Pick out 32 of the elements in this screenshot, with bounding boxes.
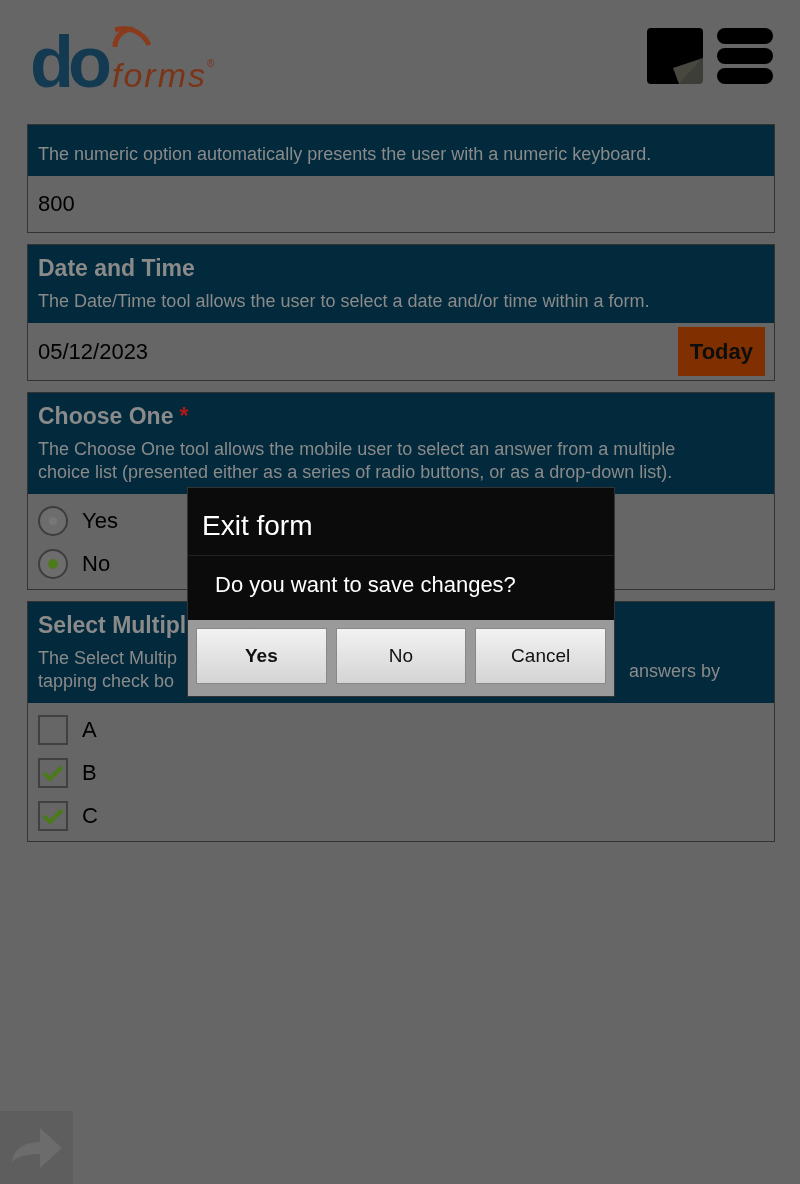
option-label: Yes <box>82 507 118 534</box>
question-title: Date and Time <box>38 255 195 281</box>
logo-text: do <box>30 22 106 102</box>
radio-button[interactable] <box>38 548 68 579</box>
dialog-button[interactable]: Cancel <box>475 628 606 684</box>
dialog-message: Do you want to save changes? <box>214 571 517 599</box>
checkbox[interactable] <box>38 714 68 745</box>
dialog-title: Exit form <box>188 488 614 556</box>
checkbox[interactable] <box>38 757 68 788</box>
question-title: Choose One <box>38 403 174 429</box>
option-label: C <box>82 802 98 829</box>
option-label: A <box>82 716 97 743</box>
sticky-note-icon[interactable] <box>647 28 703 84</box>
number-field[interactable]: 800 <box>28 176 774 232</box>
required-mark: * <box>179 403 189 429</box>
dialog-button[interactable]: No <box>335 628 467 684</box>
dialog-button[interactable]: Yes <box>196 628 327 684</box>
date-field[interactable]: 05/12/2023 <box>38 338 149 365</box>
question-description: The Date/Time tool allows the user to select a date and/or time within a form. <box>38 290 651 313</box>
checkbox[interactable] <box>38 800 68 831</box>
question-description: tapping check bo <box>38 670 176 693</box>
radio-button[interactable] <box>38 505 68 536</box>
question-description: The Choose One tool allows the mobile user to select an answer from a multiple choice list (presented either as a series of radio buttons, or as a drop-down list). <box>38 438 677 484</box>
logo-text: forms <box>111 56 207 95</box>
registered-mark: ® <box>206 58 215 69</box>
question-description: The numeric option automatically presents the user with a numeric keyboard. <box>38 143 653 166</box>
question-title: Select Multipl <box>38 612 187 639</box>
menu-icon[interactable] <box>717 28 773 84</box>
option-label: No <box>82 550 111 577</box>
question-description: The Select Multip <box>38 647 179 670</box>
option-label: B <box>82 759 97 786</box>
question-description: answers by <box>628 660 720 683</box>
